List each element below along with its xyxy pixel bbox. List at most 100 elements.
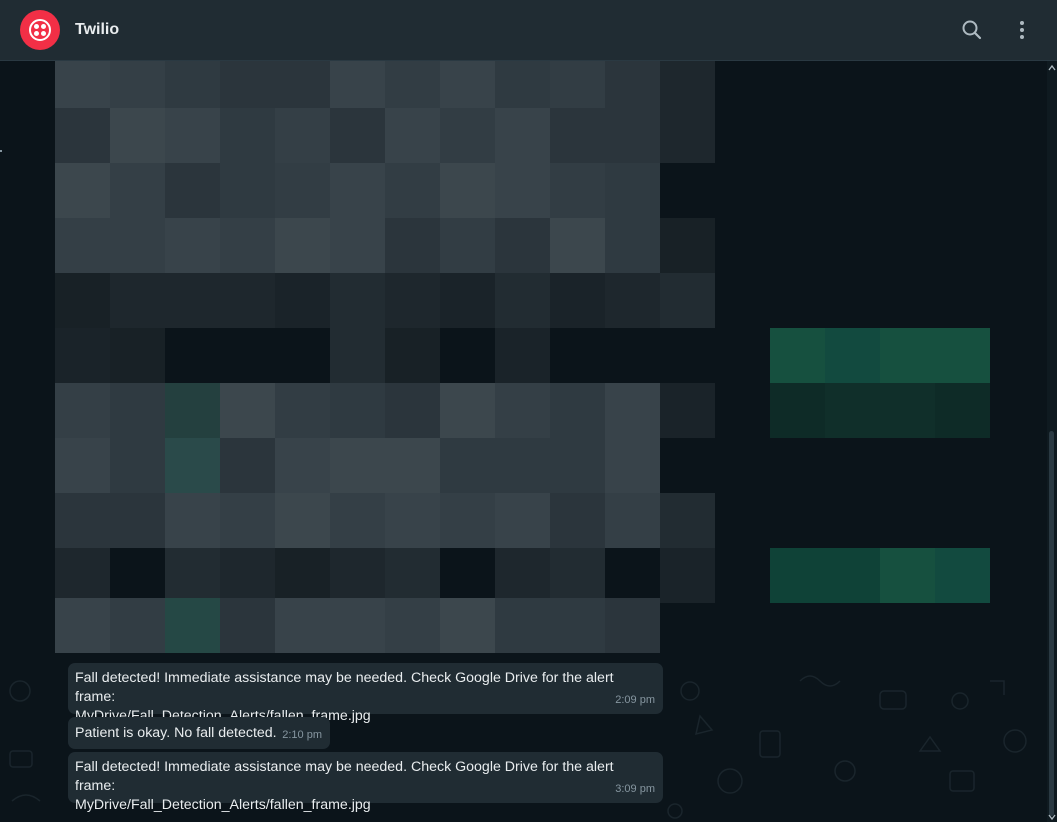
pixel-block bbox=[220, 438, 275, 493]
pixel-block bbox=[770, 328, 825, 383]
more-vertical-icon[interactable] bbox=[1007, 15, 1037, 45]
logo-ring bbox=[29, 19, 51, 41]
chat-scrollbar[interactable] bbox=[1047, 61, 1057, 822]
pixel-block bbox=[275, 383, 330, 438]
pixel-block bbox=[275, 598, 330, 653]
pixel-block bbox=[605, 61, 660, 108]
pixel-block bbox=[55, 598, 110, 653]
pixel-block bbox=[275, 548, 330, 603]
pixel-block bbox=[880, 383, 935, 438]
message-time: 2:09 pm bbox=[615, 694, 655, 706]
message-bubble[interactable]: Fall detected! Immediate assistance may … bbox=[68, 752, 663, 813]
pixel-block bbox=[660, 493, 715, 548]
pixel-block bbox=[55, 163, 110, 218]
message-text-line: MyDrive/Fall_Detection_Alerts/fallen_fra… bbox=[75, 797, 371, 813]
pixel-block bbox=[440, 108, 495, 163]
pixel-block bbox=[495, 273, 550, 328]
scroll-thumb[interactable] bbox=[1049, 431, 1054, 816]
message-bubble[interactable]: Patient is okay. No fall detected. 2:10 … bbox=[68, 717, 330, 749]
scroll-up-arrow-icon[interactable] bbox=[1048, 63, 1056, 73]
pixel-block bbox=[220, 163, 275, 218]
pixel-block bbox=[550, 218, 605, 273]
pixel-block bbox=[385, 108, 440, 163]
pixel-block bbox=[935, 328, 990, 383]
pixel-block bbox=[770, 383, 825, 438]
pixel-block bbox=[660, 383, 715, 438]
pixel-block bbox=[385, 61, 440, 108]
logo-dot bbox=[41, 24, 46, 29]
pixel-block bbox=[110, 328, 165, 383]
pixel-block bbox=[825, 383, 880, 438]
contact-name[interactable]: Twilio bbox=[75, 21, 119, 39]
pixel-block bbox=[440, 383, 495, 438]
message-bubble[interactable]: Fall detected! Immediate assistance may … bbox=[68, 663, 663, 724]
pixel-block bbox=[275, 493, 330, 548]
pixel-block bbox=[440, 61, 495, 108]
pixel-block bbox=[660, 61, 715, 108]
pixel-block bbox=[385, 163, 440, 218]
pixel-block bbox=[605, 598, 660, 653]
pixel-block bbox=[550, 548, 605, 603]
pixel-block bbox=[605, 108, 660, 163]
pixel-block bbox=[605, 163, 660, 218]
pixel-block bbox=[495, 61, 550, 108]
pixel-block bbox=[550, 598, 605, 653]
pixel-block bbox=[495, 548, 550, 603]
pixel-block bbox=[330, 548, 385, 603]
pixel-block bbox=[275, 61, 330, 108]
pixel-block bbox=[55, 548, 110, 603]
pixel-block bbox=[275, 273, 330, 328]
pixel-block bbox=[605, 438, 660, 493]
pixel-block bbox=[165, 548, 220, 603]
pixel-block bbox=[165, 383, 220, 438]
search-icon[interactable] bbox=[957, 15, 987, 45]
pixel-block bbox=[605, 218, 660, 273]
pixel-block bbox=[330, 383, 385, 438]
pixel-block bbox=[385, 548, 440, 603]
pixel-block bbox=[55, 218, 110, 273]
pixel-block bbox=[660, 548, 715, 603]
twilio-logo-icon[interactable] bbox=[20, 10, 60, 50]
pixel-block bbox=[330, 108, 385, 163]
pixel-block bbox=[220, 108, 275, 163]
pixel-block bbox=[660, 218, 715, 273]
pixel-block bbox=[220, 273, 275, 328]
pixel-block bbox=[330, 61, 385, 108]
pixel-block bbox=[385, 598, 440, 653]
pixel-block bbox=[275, 163, 330, 218]
pixel-block bbox=[880, 328, 935, 383]
scroll-down-arrow-icon[interactable] bbox=[1048, 812, 1056, 822]
pixel-block bbox=[165, 438, 220, 493]
pixel-block bbox=[440, 493, 495, 548]
pixel-block bbox=[220, 493, 275, 548]
pixel-block bbox=[330, 218, 385, 273]
chat-messages-area[interactable]: Fall detected! Immediate assistance may … bbox=[0, 661, 1047, 822]
pixel-block bbox=[110, 163, 165, 218]
pixel-block bbox=[220, 548, 275, 603]
pixel-block bbox=[550, 273, 605, 328]
pixel-block bbox=[660, 273, 715, 328]
pixel-block bbox=[55, 438, 110, 493]
pixel-block bbox=[605, 273, 660, 328]
pixel-block bbox=[330, 163, 385, 218]
pixel-block bbox=[220, 383, 275, 438]
pixel-block bbox=[165, 598, 220, 653]
message-time: 3:09 pm bbox=[615, 783, 655, 795]
pixel-block bbox=[110, 438, 165, 493]
pixel-block bbox=[55, 273, 110, 328]
pixel-block bbox=[220, 598, 275, 653]
pixel-block bbox=[935, 548, 990, 603]
pixel-block bbox=[110, 598, 165, 653]
pixel-block bbox=[495, 328, 550, 383]
pixel-block bbox=[165, 218, 220, 273]
pixel-block bbox=[440, 163, 495, 218]
pixel-block bbox=[440, 273, 495, 328]
pixel-block bbox=[880, 548, 935, 603]
pixel-block bbox=[55, 61, 110, 108]
pixel-block bbox=[110, 108, 165, 163]
pixel-block bbox=[385, 273, 440, 328]
pixel-block bbox=[495, 218, 550, 273]
pixelated-history bbox=[0, 61, 1047, 661]
logo-dot bbox=[34, 24, 39, 29]
pixel-block bbox=[550, 61, 605, 108]
